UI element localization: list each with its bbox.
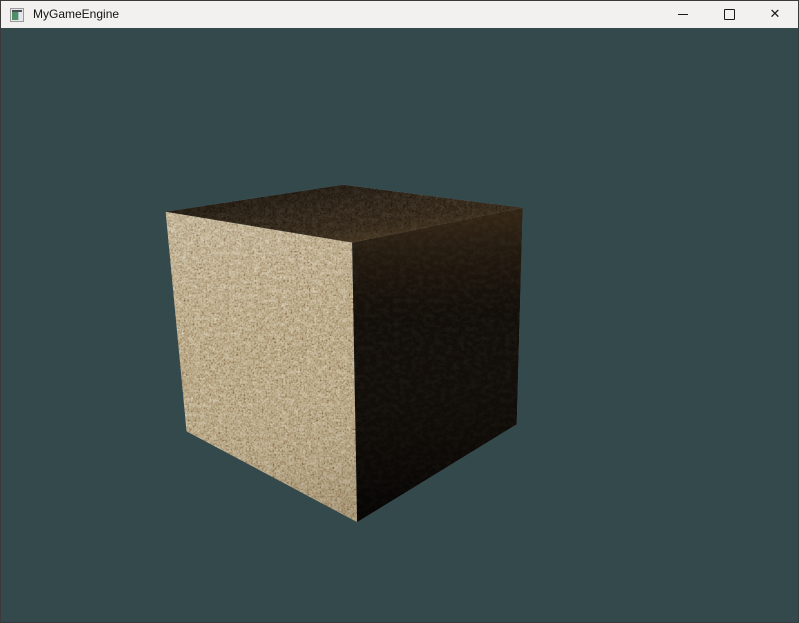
- app-window: MyGameEngine ✕: [0, 0, 799, 623]
- close-button[interactable]: ✕: [752, 1, 798, 28]
- minimize-icon: [678, 14, 688, 15]
- titlebar[interactable]: MyGameEngine ✕: [1, 1, 798, 28]
- window-title: MyGameEngine: [33, 1, 119, 28]
- scene-canvas: [1, 28, 798, 622]
- render-viewport[interactable]: [1, 28, 798, 622]
- maximize-icon: [724, 9, 735, 20]
- app-icon: [10, 8, 24, 22]
- minimize-button[interactable]: [660, 1, 706, 28]
- close-icon: ✕: [770, 8, 781, 21]
- maximize-button[interactable]: [706, 1, 752, 28]
